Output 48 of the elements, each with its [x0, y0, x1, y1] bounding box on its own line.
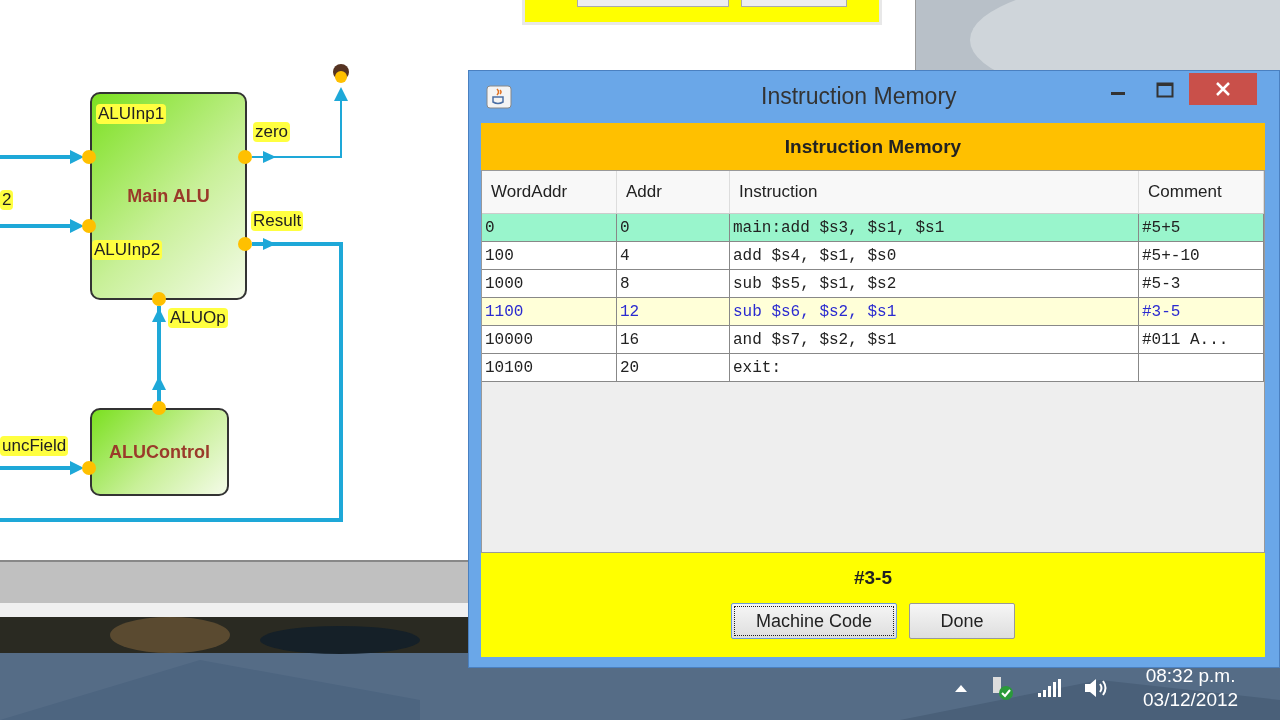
column-header[interactable]: Addr [617, 171, 730, 213]
table-cell: 10100 [485, 358, 533, 377]
port-label: Result [251, 211, 304, 231]
table-cell: 0 [620, 218, 630, 237]
table-cell: 1000 [485, 274, 524, 293]
column-header[interactable]: Comment [1139, 171, 1264, 213]
table-cell: 16 [620, 330, 640, 349]
table-row[interactable]: 1000 8 sub $s5, $s1, $s2 #5-3 [482, 270, 1264, 298]
column-header[interactable]: Instruction [730, 171, 1139, 213]
table-cell: 10000 [485, 330, 533, 349]
alu-block: ALUControl [90, 408, 229, 496]
table-cell: 0 [485, 218, 495, 237]
table-cell: 20 [620, 358, 640, 377]
table-cell: 100 [485, 246, 514, 265]
clock-time[interactable]: 08:32 p.m. [1145, 664, 1236, 688]
table-cell: main:add $s3, $s1, $s1 [733, 218, 945, 237]
table-cell: exit: [733, 358, 781, 377]
table-cell: 8 [620, 274, 630, 293]
column-header[interactable]: WordAddr [482, 171, 617, 213]
comment-text: #3-5 [854, 567, 892, 589]
clock-date[interactable]: 03/12/2012 [1143, 688, 1239, 712]
table-cell: add $s4, $s1, $s0 [733, 246, 897, 265]
table-row[interactable]: 10000 16 and $s7, $s2, $s1 #011 A... [482, 326, 1264, 354]
table-cell: #011 A... [1142, 330, 1229, 349]
table-row[interactable]: 10100 20 exit: [482, 354, 1264, 382]
window-title: Instruction Memory [761, 83, 957, 110]
table-cell: 4 [620, 246, 630, 265]
table-row[interactable]: 100 4 add $s4, $s1, $s0 #5+-10 [482, 242, 1264, 270]
dialog-button[interactable]: Done [909, 603, 1015, 639]
dialog-button[interactable]: Machine Code [731, 603, 897, 639]
table-cell: sub $s6, $s2, $s1 [733, 302, 897, 321]
table-row[interactable]: 0 0 main:add $s3, $s1, $s1 #5+5 [482, 214, 1264, 242]
table-row[interactable]: 1100 12 sub $s6, $s2, $s1 #3-5 [482, 298, 1264, 326]
port-label: 2 [0, 190, 14, 210]
table-cell: and $s7, $s2, $s1 [733, 330, 897, 349]
table-cell: #3-5 [1142, 302, 1181, 321]
table-cell: #5+-10 [1142, 246, 1200, 265]
table-cell: 1100 [485, 302, 524, 321]
port-label: ALUInp2 [92, 240, 163, 260]
table-cell: #5-3 [1142, 274, 1181, 293]
port-label: ALUOp [168, 308, 228, 328]
table-cell: 12 [620, 302, 640, 321]
port-label: ALUInp1 [96, 104, 167, 124]
panel-header: Instruction Memory [481, 123, 1265, 170]
table-cell: sub $s5, $s1, $s2 [733, 274, 897, 293]
port-label: zero [253, 122, 291, 142]
port-label: uncField [0, 436, 69, 456]
table-cell: #5+5 [1142, 218, 1181, 237]
